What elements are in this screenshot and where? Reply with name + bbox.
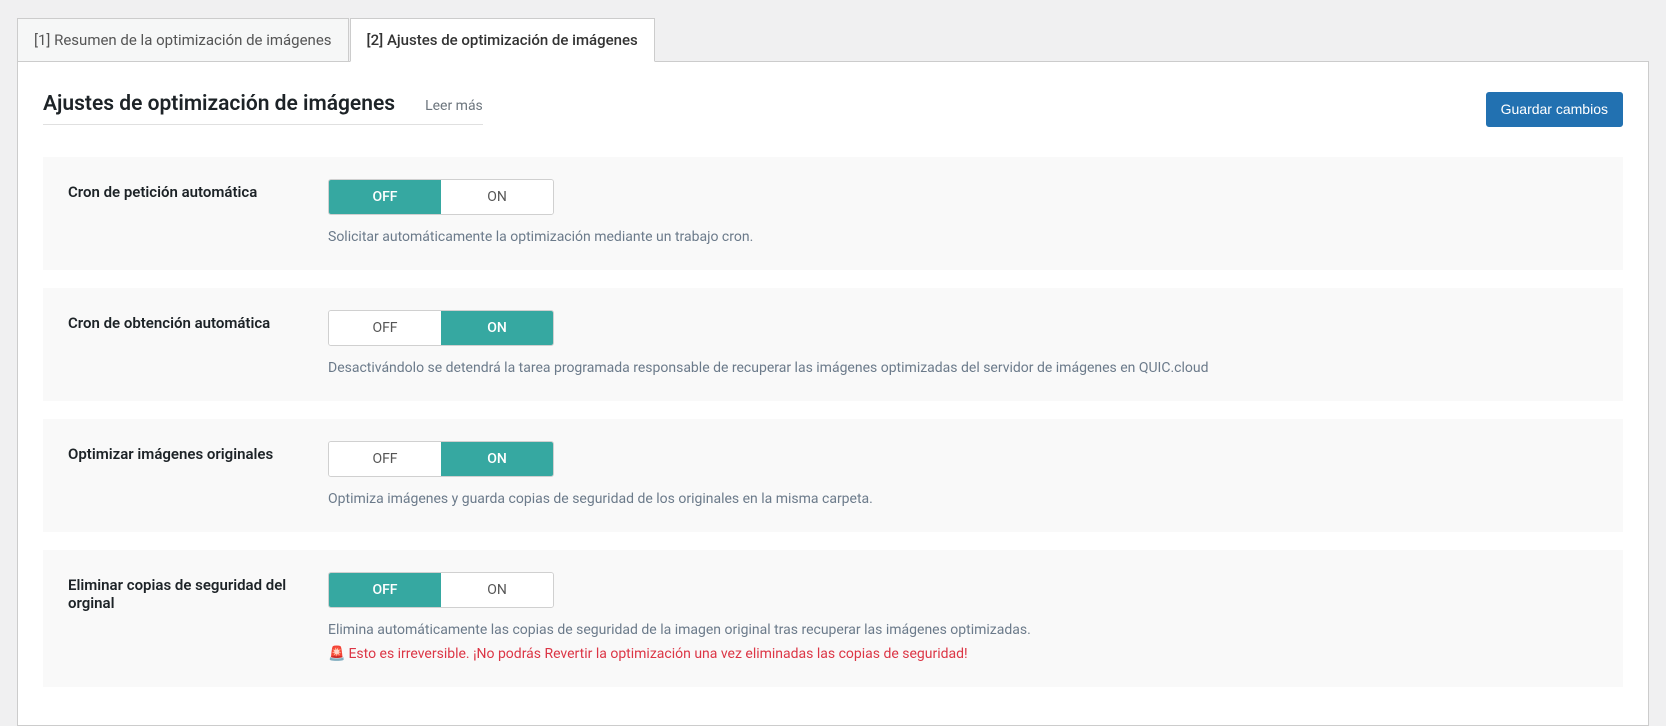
toggle-auto-fetch-cron: OFF ON [328, 310, 554, 346]
setting-control: OFF ON Solicitar automáticamente la opti… [328, 179, 1598, 248]
toggle-off-option[interactable]: OFF [329, 573, 441, 607]
setting-row-delete-backups: Eliminar copias de seguridad del orginal… [43, 550, 1623, 687]
toggle-on-option[interactable]: ON [441, 573, 553, 607]
warning-text: Esto es irreversible. ¡No podrás Reverti… [348, 646, 967, 662]
setting-control: OFF ON Desactivándolo se detendrá la tar… [328, 310, 1598, 379]
page-title: Ajustes de optimización de imágenes [43, 92, 395, 116]
setting-label: Optimizar imágenes originales [68, 441, 328, 510]
toggle-off-option[interactable]: OFF [329, 311, 441, 345]
toggle-off-option[interactable]: OFF [329, 180, 441, 214]
tab-summary[interactable]: [1] Resumen de la optimización de imágen… [17, 18, 349, 62]
setting-description: Desactivándolo se detendrá la tarea prog… [328, 358, 1598, 379]
setting-label: Cron de petición automática [68, 179, 328, 248]
setting-row-auto-fetch-cron: Cron de obtención automática OFF ON Desa… [43, 288, 1623, 401]
toggle-on-option[interactable]: ON [441, 311, 553, 345]
header-row: Ajustes de optimización de imágenes Leer… [43, 92, 1623, 127]
setting-label: Eliminar copias de seguridad del orginal [68, 572, 328, 665]
setting-label: Cron de obtención automática [68, 310, 328, 379]
content-panel: Ajustes de optimización de imágenes Leer… [17, 61, 1649, 726]
toggle-delete-backups: OFF ON [328, 572, 554, 608]
toggle-optimize-originals: OFF ON [328, 441, 554, 477]
tab-settings[interactable]: [2] Ajustes de optimización de imágenes [350, 18, 655, 62]
toggle-on-option[interactable]: ON [441, 180, 553, 214]
setting-description: Elimina automáticamente las copias de se… [328, 620, 1598, 641]
setting-row-optimize-originals: Optimizar imágenes originales OFF ON Opt… [43, 419, 1623, 532]
setting-control: OFF ON Optimiza imágenes y guarda copias… [328, 441, 1598, 510]
toggle-on-option[interactable]: ON [441, 442, 553, 476]
save-button[interactable]: Guardar cambios [1486, 92, 1623, 127]
warning-icon: 🚨 [328, 646, 345, 662]
setting-warning: 🚨Esto es irreversible. ¡No podrás Revert… [328, 643, 1598, 665]
title-block: Ajustes de optimización de imágenes Leer… [43, 92, 483, 125]
read-more-link[interactable]: Leer más [425, 98, 483, 114]
toggle-auto-request-cron: OFF ON [328, 179, 554, 215]
toggle-off-option[interactable]: OFF [329, 442, 441, 476]
setting-description: Optimiza imágenes y guarda copias de seg… [328, 489, 1598, 510]
setting-description: Solicitar automáticamente la optimizació… [328, 227, 1598, 248]
tabs: [1] Resumen de la optimización de imágen… [17, 18, 1666, 62]
setting-control: OFF ON Elimina automáticamente las copia… [328, 572, 1598, 665]
setting-row-auto-request-cron: Cron de petición automática OFF ON Solic… [43, 157, 1623, 270]
